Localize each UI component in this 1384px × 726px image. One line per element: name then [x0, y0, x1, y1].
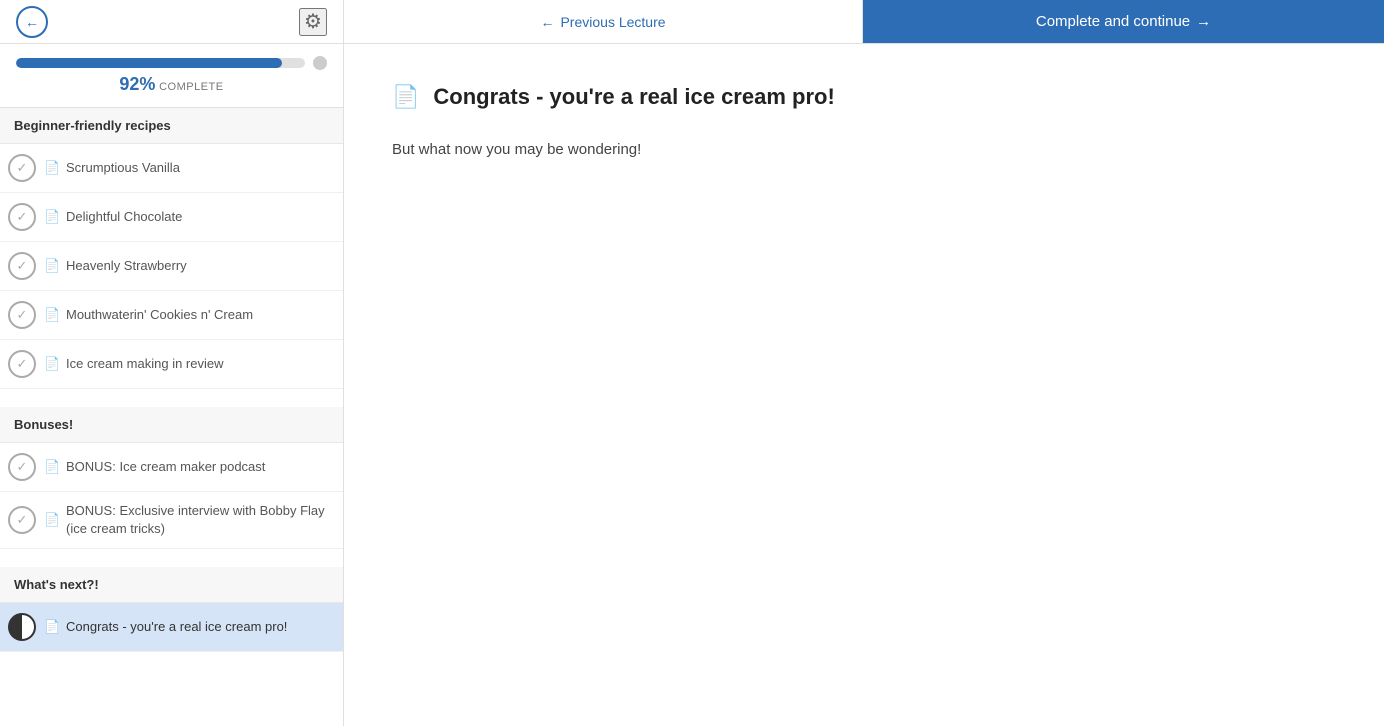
spacer-1: [0, 389, 343, 407]
lesson-title-strawberry: Heavenly Strawberry: [66, 257, 187, 275]
main-layout: 92% COMPLETE Beginner-friendly recipes ✓…: [0, 44, 1384, 726]
previous-lecture-label: Previous Lecture: [560, 14, 665, 30]
lesson-title-review: Ice cream making in review: [66, 355, 224, 373]
lesson-item-podcast[interactable]: ✓ 📄 BONUS: Ice cream maker podcast: [0, 443, 343, 492]
lesson-item-chocolate[interactable]: ✓ 📄 Delightful Chocolate: [0, 193, 343, 242]
progress-bar-fill: [16, 58, 282, 68]
lesson-item-strawberry[interactable]: ✓ 📄 Heavenly Strawberry: [0, 242, 343, 291]
spacer-2: [0, 549, 343, 567]
progress-complete-label: COMPLETE: [159, 81, 224, 93]
gear-icon: ⚙: [304, 9, 322, 34]
lesson-item-interview[interactable]: ✓ 📄 BONUS: Exclusive interview with Bobb…: [0, 492, 343, 549]
lesson-item-review[interactable]: ✓ 📄 Ice cream making in review: [0, 340, 343, 389]
check-icon-cookies: ✓: [8, 301, 36, 329]
lesson-title-podcast: BONUS: Ice cream maker podcast: [66, 458, 265, 476]
check-icon-interview: ✓: [8, 506, 36, 534]
doc-icon-cookies: 📄: [44, 307, 60, 323]
check-icon-chocolate: ✓: [8, 203, 36, 231]
lesson-item-vanilla[interactable]: ✓ 📄 Scrumptious Vanilla: [0, 144, 343, 193]
section-header-bonuses: Bonuses!: [0, 407, 343, 443]
progress-bar-track: [16, 58, 305, 68]
arrow-left-icon: ←: [540, 14, 554, 30]
settings-button[interactable]: ⚙: [299, 8, 327, 36]
nav-left: ← ⚙: [0, 0, 344, 43]
sidebar: 92% COMPLETE Beginner-friendly recipes ✓…: [0, 44, 344, 726]
check-icon-strawberry: ✓: [8, 252, 36, 280]
content-title: Congrats - you're a real ice cream pro!: [433, 84, 834, 110]
back-icon: ←: [25, 14, 39, 30]
doc-icon-strawberry: 📄: [44, 258, 60, 274]
lesson-title-cookies: Mouthwaterin' Cookies n' Cream: [66, 306, 253, 324]
content-body: But what now you may be wondering!: [392, 138, 1336, 162]
doc-icon-chocolate: 📄: [44, 209, 60, 225]
check-icon-review: ✓: [8, 350, 36, 378]
top-nav: ← ⚙ ← Previous Lecture Complete and cont…: [0, 0, 1384, 44]
lesson-title-vanilla: Scrumptious Vanilla: [66, 159, 180, 177]
content-area: 📄 Congrats - you're a real ice cream pro…: [344, 44, 1384, 726]
complete-continue-button[interactable]: Complete and continue →: [863, 0, 1384, 43]
section-header-whatsnext: What's next?!: [0, 567, 343, 603]
progress-section: 92% COMPLETE: [0, 44, 343, 108]
progress-percent: 92%: [119, 74, 155, 94]
previous-lecture-button[interactable]: ← Previous Lecture: [344, 0, 863, 43]
lesson-item-congrats[interactable]: 📄 Congrats - you're a real ice cream pro…: [0, 603, 343, 652]
progress-toggle[interactable]: [313, 56, 327, 70]
check-icon-vanilla: ✓: [8, 154, 36, 182]
lesson-title-chocolate: Delightful Chocolate: [66, 208, 182, 226]
doc-icon-review: 📄: [44, 356, 60, 372]
back-button[interactable]: ←: [16, 6, 48, 38]
content-header: 📄 Congrats - you're a real ice cream pro…: [392, 84, 1336, 110]
progress-text: 92% COMPLETE: [16, 74, 327, 95]
doc-icon-podcast: 📄: [44, 459, 60, 475]
check-icon-congrats: [8, 613, 36, 641]
content-doc-icon: 📄: [392, 84, 419, 110]
doc-icon-vanilla: 📄: [44, 160, 60, 176]
lesson-title-interview: BONUS: Exclusive interview with Bobby Fl…: [66, 502, 335, 538]
doc-icon-interview: 📄: [44, 512, 60, 528]
doc-icon-congrats: 📄: [44, 619, 60, 635]
lesson-title-congrats: Congrats - you're a real ice cream pro!: [66, 618, 287, 636]
complete-continue-label: Complete and continue: [1036, 13, 1190, 30]
progress-bar-container: [16, 56, 327, 70]
check-icon-podcast: ✓: [8, 453, 36, 481]
arrow-right-icon: →: [1196, 13, 1211, 30]
section-header-beginner: Beginner-friendly recipes: [0, 108, 343, 144]
lesson-item-cookies[interactable]: ✓ 📄 Mouthwaterin' Cookies n' Cream: [0, 291, 343, 340]
